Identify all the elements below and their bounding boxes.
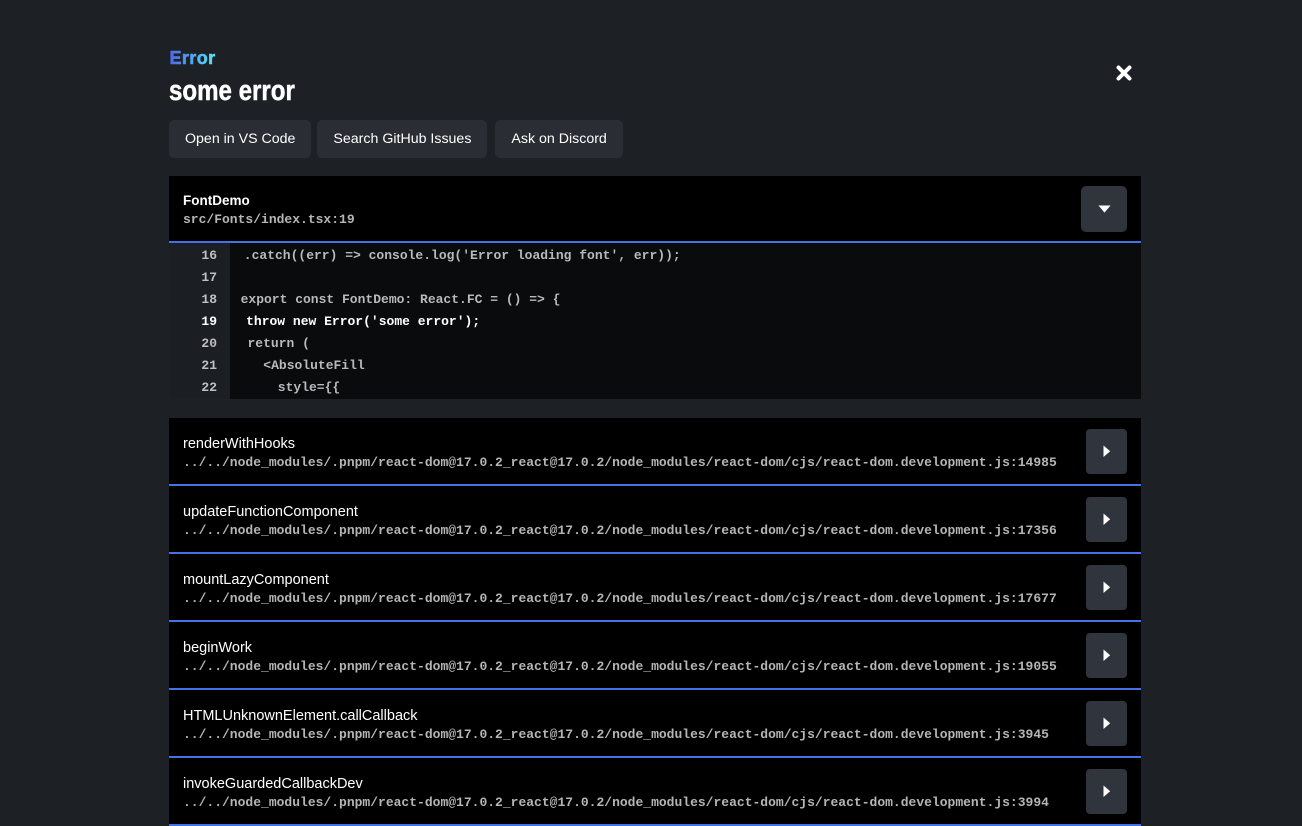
svg-text:Error: Error [170, 48, 216, 68]
